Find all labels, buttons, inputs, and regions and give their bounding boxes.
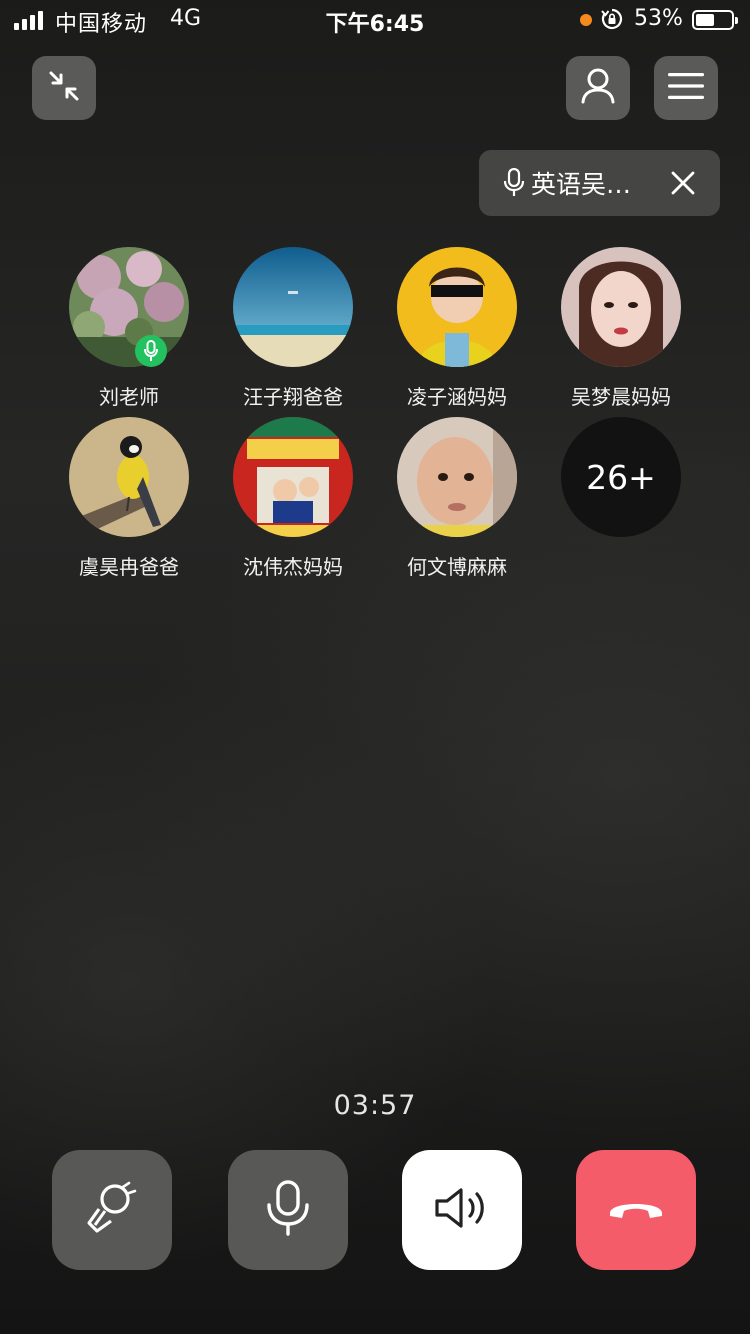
participant[interactable]: 虞昊冉爸爸: [47, 417, 211, 580]
hang-up-icon: [606, 1193, 666, 1227]
participant-name: 何文博麻麻: [407, 555, 507, 579]
participant[interactable]: 刘老师: [47, 247, 211, 410]
participant-name: 吴梦晨妈妈: [571, 385, 671, 409]
avatar: [397, 247, 517, 367]
magic-wand-icon: [85, 1181, 139, 1239]
participant-name: 沈伟杰妈妈: [243, 555, 343, 579]
current-speaker-pill[interactable]: 英语吴…: [479, 150, 720, 216]
hang-up-button[interactable]: [576, 1150, 696, 1270]
menu-button[interactable]: [654, 56, 718, 120]
participant[interactable]: 沈伟杰妈妈: [211, 417, 375, 580]
status-bar: 中国移动 4G 下午6:45 53%: [0, 0, 750, 40]
add-member-button[interactable]: [566, 56, 630, 120]
participant-name: 虞昊冉爸爸: [79, 555, 179, 579]
participant[interactable]: 吴梦晨妈妈: [539, 247, 703, 410]
avatar: [397, 417, 517, 537]
minimize-button[interactable]: [32, 56, 96, 120]
more-participants-count: 26+: [561, 417, 681, 537]
participant[interactable]: 何文博麻麻: [375, 417, 539, 580]
speaker-icon: [434, 1186, 490, 1234]
microphone-icon: [503, 167, 525, 198]
participant[interactable]: 凌子涵妈妈: [375, 247, 539, 410]
avatar: [69, 247, 189, 367]
close-icon[interactable]: [668, 168, 698, 198]
microphone-icon: [266, 1180, 310, 1240]
hamburger-menu-icon: [668, 71, 704, 105]
participant[interactable]: 汪子翔爸爸: [211, 247, 375, 410]
minimize-arrows-icon: [47, 69, 81, 107]
person-icon: [580, 67, 616, 109]
mute-button[interactable]: [228, 1150, 348, 1270]
participant-name: 汪子翔爸爸: [243, 385, 343, 409]
speaking-indicator: [135, 335, 167, 367]
avatar: [233, 417, 353, 537]
participant-name: 凌子涵妈妈: [407, 385, 507, 409]
avatar: [561, 247, 681, 367]
battery-icon: [692, 10, 738, 30]
more-participants-button[interactable]: 26+: [539, 417, 703, 537]
avatar: [69, 417, 189, 537]
orange-dot-indicator: [580, 14, 592, 26]
avatar: [233, 247, 353, 367]
participant-name: 刘老师: [99, 385, 159, 409]
effects-button[interactable]: [52, 1150, 172, 1270]
call-timer: 03:57: [333, 1090, 417, 1121]
rotation-lock-icon: [601, 8, 623, 30]
current-speaker-name: 英语吴…: [531, 170, 632, 199]
battery-percent: 53%: [634, 6, 683, 31]
speaker-button[interactable]: [402, 1150, 522, 1270]
